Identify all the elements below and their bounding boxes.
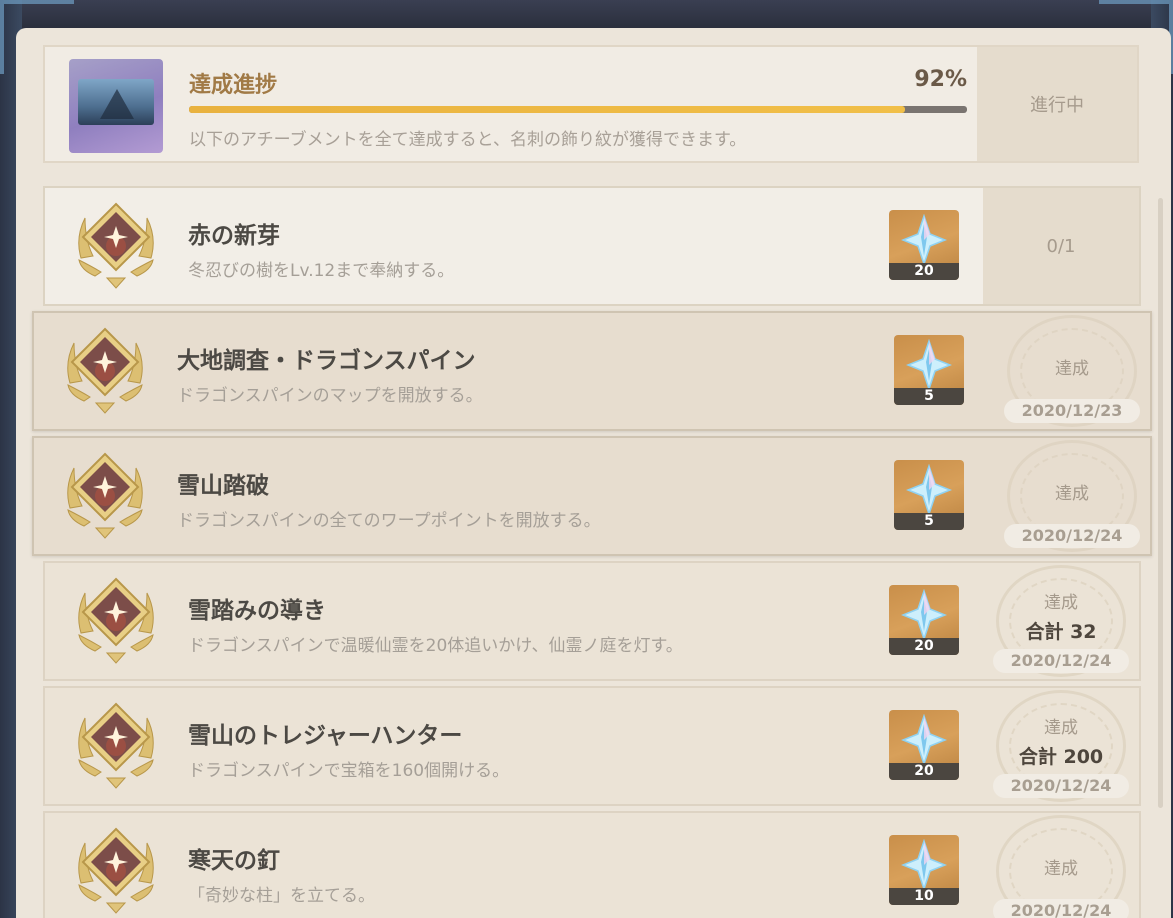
achievement-row[interactable]: 赤の新芽 冬忍びの樹をLv.12まで奉納する。 20 0/1 — [43, 186, 1141, 306]
achievement-row[interactable]: 雪山踏破 ドラゴンスパインの全てのワープポイントを開放する。 5 達成 2020… — [32, 436, 1152, 556]
achievement-status: 達成 合計 200 2020/12/24 — [983, 688, 1139, 804]
achievement-description: ドラゴンスパインのマップを開放する。 — [177, 386, 483, 406]
achievement-description: 「奇妙な柱」を立てる。 — [188, 886, 375, 906]
completed-label: 達成 — [1055, 358, 1089, 379]
primogem-icon — [901, 839, 947, 891]
primogem-reward: 5 — [894, 460, 964, 530]
achievement-description: ドラゴンスパインの全てのワープポイントを開放する。 — [177, 511, 601, 531]
primogem-icon — [906, 339, 952, 391]
reward-count: 20 — [889, 263, 959, 280]
primogem-reward: 5 — [894, 335, 964, 405]
completed-label: 達成 — [1044, 718, 1078, 738]
completed-label: 達成 — [1055, 483, 1089, 504]
reward-count: 20 — [889, 763, 959, 780]
achievement-status: 0/1 — [983, 188, 1139, 304]
primogem-icon — [901, 589, 947, 641]
achievement-status: 達成 2020/12/24 — [994, 438, 1150, 554]
primogem-icon — [906, 464, 952, 516]
completed-label: 達成 — [1044, 858, 1078, 879]
achievement-description: ドラゴンスパインで温暖仙霊を20体追いかけ、仙霊ノ庭を灯す。 — [188, 636, 683, 656]
achievement-panel: 達成進捗 92% 以下のアチーブメントを全て達成すると、名刺の飾り紋が獲得できま… — [16, 28, 1171, 918]
primogem-reward: 20 — [889, 585, 959, 655]
completion-date: 2020/12/24 — [993, 774, 1129, 798]
reward-count: 5 — [894, 388, 964, 405]
achievement-progress: 0/1 — [1046, 235, 1076, 257]
achievement-medal-icon — [78, 577, 154, 664]
completion-date: 2020/12/24 — [993, 899, 1129, 918]
achievement-medal-icon — [78, 702, 154, 789]
list-scrollbar[interactable] — [1158, 198, 1163, 808]
achievement-row[interactable]: 雪山のトレジャーハンター ドラゴンスパインで宝箱を160個開ける。 20 達成 … — [43, 686, 1141, 806]
achievement-title: 雪踏みの導き — [188, 598, 326, 624]
primogem-reward: 10 — [889, 835, 959, 905]
achievement-medal-icon — [67, 452, 143, 539]
achievement-description: 冬忍びの樹をLv.12まで奉納する。 — [188, 261, 455, 281]
achievement-title: 雪山踏破 — [177, 473, 269, 499]
reward-count: 10 — [889, 888, 959, 905]
achievement-title: 赤の新芽 — [188, 223, 280, 249]
achievement-medal-icon — [78, 827, 154, 914]
primogem-icon — [901, 214, 947, 266]
achievement-medal-icon — [67, 327, 143, 414]
achievement-title: 寒天の釘 — [188, 848, 280, 874]
achievement-row[interactable]: 大地調査・ドラゴンスパイン ドラゴンスパインのマップを開放する。 5 達成 20… — [32, 311, 1152, 431]
completion-date: 2020/12/24 — [993, 649, 1129, 673]
achievement-title: 大地調査・ドラゴンスパイン — [177, 348, 476, 374]
achievement-title: 雪山のトレジャーハンター — [188, 723, 463, 749]
reward-count: 5 — [894, 513, 964, 530]
completion-date: 2020/12/23 — [1004, 399, 1140, 423]
achievement-status: 達成 2020/12/24 — [983, 813, 1139, 918]
primogem-reward: 20 — [889, 710, 959, 780]
achievement-medal-icon — [78, 202, 154, 289]
primogem-reward: 20 — [889, 210, 959, 280]
achievement-status: 達成 合計 32 2020/12/24 — [983, 563, 1139, 679]
achievement-status: 達成 2020/12/23 — [994, 313, 1150, 429]
completed-label: 達成 — [1044, 593, 1078, 613]
reward-count: 20 — [889, 638, 959, 655]
completion-total: 合計 200 — [1018, 746, 1104, 768]
completion-total: 合計 32 — [1025, 621, 1097, 643]
primogem-icon — [901, 714, 947, 766]
achievement-description: ドラゴンスパインで宝箱を160個開ける。 — [188, 761, 510, 781]
achievement-row[interactable]: 寒天の釘 「奇妙な柱」を立てる。 10 達成 2020/12/24 — [43, 811, 1141, 918]
achievement-row[interactable]: 雪踏みの導き ドラゴンスパインで温暖仙霊を20体追いかけ、仙霊ノ庭を灯す。 20… — [43, 561, 1141, 681]
completion-date: 2020/12/24 — [1004, 524, 1140, 548]
achievement-list: 赤の新芽 冬忍びの樹をLv.12まで奉納する。 20 0/1 大地調査・ドラゴン… — [16, 28, 1171, 918]
